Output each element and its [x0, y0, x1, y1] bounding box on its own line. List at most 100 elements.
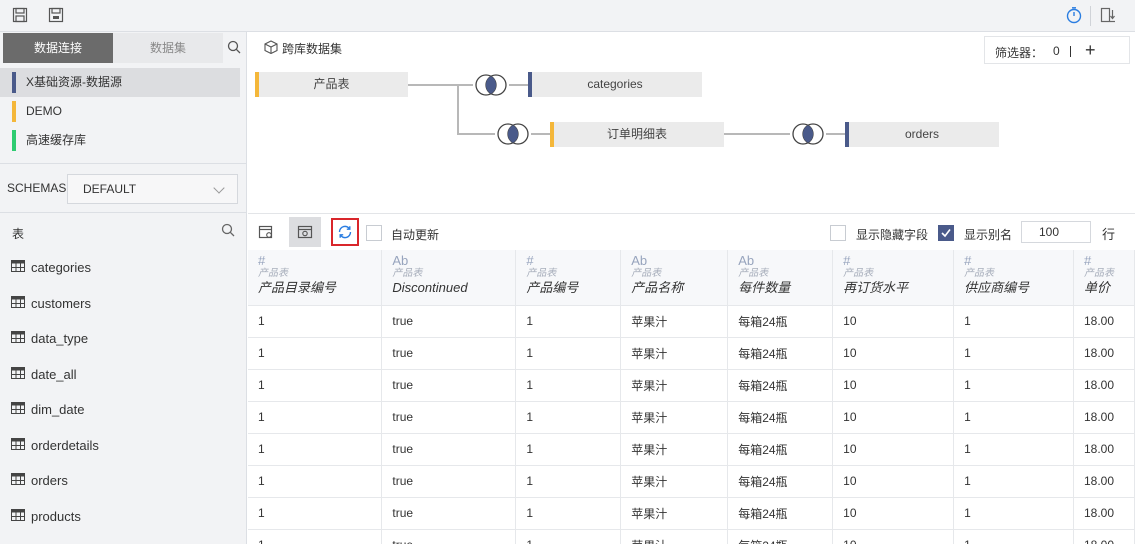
table-cell[interactable]: true — [381, 529, 517, 544]
table-cell[interactable]: 苹果汁 — [620, 465, 729, 498]
table-cell[interactable]: 1 — [953, 465, 1074, 498]
table-cell[interactable]: true — [381, 369, 517, 402]
column-header[interactable]: # 产品表 供应商编号 — [953, 250, 1074, 306]
table-cell[interactable]: 1 — [248, 401, 383, 434]
table-cell[interactable]: true — [381, 337, 517, 370]
search-icon[interactable] — [221, 223, 235, 237]
table-cell[interactable]: 1 — [515, 465, 622, 498]
table-cell[interactable]: true — [381, 401, 517, 434]
table-cell[interactable]: 10 — [832, 529, 955, 544]
table-cell[interactable]: 18.00 — [1073, 465, 1135, 498]
table-item-customers[interactable]: customers — [0, 286, 247, 322]
table-node[interactable]: 产品表 — [255, 72, 408, 97]
table-cell[interactable]: true — [381, 305, 517, 338]
data-source-item[interactable]: 高速缓存库 — [0, 126, 247, 155]
table-cell[interactable]: true — [381, 433, 517, 466]
table-cell[interactable]: 18.00 — [1073, 369, 1135, 402]
table-cell[interactable]: 每箱24瓶 — [727, 305, 834, 338]
table-cell[interactable]: 1 — [953, 529, 1074, 544]
show-alias-checkbox[interactable] — [938, 225, 954, 241]
table-cell[interactable]: 10 — [832, 465, 955, 498]
table-cell[interactable]: 每箱24瓶 — [727, 401, 834, 434]
table-cell[interactable]: 每箱24瓶 — [727, 337, 834, 370]
table-cell[interactable]: 10 — [832, 401, 955, 434]
table-cell[interactable]: 每箱24瓶 — [727, 529, 834, 544]
table-item-categories[interactable]: categories — [0, 250, 247, 286]
export-icon[interactable] — [1100, 7, 1116, 23]
table-cell[interactable]: true — [381, 465, 517, 498]
table-cell[interactable]: 1 — [953, 433, 1074, 466]
table-item-orders[interactable]: orders — [0, 463, 247, 499]
table-cell[interactable]: 苹果汁 — [620, 369, 729, 402]
column-header[interactable]: # 产品表 产品编号 — [515, 250, 622, 306]
table-cell[interactable]: 1 — [515, 529, 622, 544]
table-cell[interactable]: 1 — [515, 401, 622, 434]
tab-data-connection[interactable]: 数据连接 — [3, 33, 113, 63]
column-header[interactable]: # 产品表 再订货水平 — [832, 250, 955, 306]
table-cell[interactable]: 10 — [832, 305, 955, 338]
table-cell[interactable]: 1 — [248, 497, 383, 530]
table-cell[interactable]: 18.00 — [1073, 305, 1135, 338]
timer-icon[interactable] — [1065, 6, 1083, 24]
table-cell[interactable]: 18.00 — [1073, 529, 1135, 544]
table-cell[interactable]: 每箱24瓶 — [727, 433, 834, 466]
table-cell[interactable]: 1 — [953, 369, 1074, 402]
table-cell[interactable]: 1 — [248, 369, 383, 402]
table-cell[interactable]: 1 — [248, 305, 383, 338]
table-cell[interactable]: 18.00 — [1073, 433, 1135, 466]
filter-box[interactable]: 筛选器： 0 + — [984, 36, 1130, 64]
data-source-item[interactable]: X基础资源-数据源 — [0, 68, 240, 97]
table-item-data_type[interactable]: data_type — [0, 321, 247, 357]
table-cell[interactable]: 1 — [248, 529, 383, 544]
schema-select[interactable]: DEFAULT — [67, 174, 238, 204]
show-hidden-fields-checkbox[interactable] — [830, 225, 846, 241]
table-node[interactable]: categories — [528, 72, 702, 97]
column-header[interactable]: # 产品表 单价 — [1073, 250, 1135, 306]
preview-button[interactable] — [289, 217, 321, 247]
table-item-orderdetails[interactable]: orderdetails — [0, 428, 247, 464]
table-cell[interactable]: 1 — [953, 497, 1074, 530]
field-settings-button[interactable] — [250, 217, 282, 247]
tab-dataset[interactable]: 数据集 — [113, 33, 223, 63]
table-cell[interactable]: 1 — [515, 337, 622, 370]
table-cell[interactable]: 1 — [515, 497, 622, 530]
table-cell[interactable]: 1 — [248, 433, 383, 466]
search-icon[interactable] — [227, 40, 241, 54]
table-cell[interactable]: 1 — [515, 305, 622, 338]
table-cell[interactable]: 1 — [515, 369, 622, 402]
table-cell[interactable]: 苹果汁 — [620, 433, 729, 466]
save-as-icon[interactable] — [48, 7, 64, 23]
table-cell[interactable]: 1 — [248, 465, 383, 498]
table-node[interactable]: orders — [845, 122, 999, 147]
table-cell[interactable]: 每箱24瓶 — [727, 465, 834, 498]
table-cell[interactable]: 10 — [832, 337, 955, 370]
auto-update-checkbox[interactable] — [366, 225, 382, 241]
table-cell[interactable]: 10 — [832, 433, 955, 466]
table-cell[interactable]: 18.00 — [1073, 401, 1135, 434]
inner-join-icon[interactable] — [790, 122, 826, 146]
inner-join-icon[interactable] — [495, 122, 531, 146]
table-cell[interactable]: true — [381, 497, 517, 530]
table-cell[interactable]: 1 — [248, 337, 383, 370]
column-header[interactable]: # 产品表 产品目录编号 — [248, 250, 383, 306]
table-item-dim_date[interactable]: dim_date — [0, 392, 247, 428]
table-cell[interactable]: 1 — [953, 305, 1074, 338]
save-icon[interactable] — [12, 7, 28, 23]
table-cell[interactable]: 苹果汁 — [620, 337, 729, 370]
table-cell[interactable]: 苹果汁 — [620, 497, 729, 530]
table-cell[interactable]: 苹果汁 — [620, 401, 729, 434]
table-cell[interactable]: 1 — [953, 337, 1074, 370]
table-item-products[interactable]: products — [0, 499, 247, 535]
table-item-date_all[interactable]: date_all — [0, 357, 247, 393]
refresh-button[interactable] — [331, 218, 359, 246]
inner-join-icon[interactable] — [473, 73, 509, 97]
table-cell[interactable]: 1 — [515, 433, 622, 466]
table-cell[interactable]: 每箱24瓶 — [727, 369, 834, 402]
row-limit-input[interactable]: 100 — [1021, 221, 1091, 243]
data-source-item[interactable]: DEMO — [0, 97, 247, 126]
table-cell[interactable]: 每箱24瓶 — [727, 497, 834, 530]
add-filter-button[interactable]: + — [1085, 39, 1096, 61]
table-cell[interactable]: 1 — [953, 401, 1074, 434]
table-cell[interactable]: 18.00 — [1073, 497, 1135, 530]
column-header[interactable]: Ab 产品表 每件数量 — [727, 250, 834, 306]
